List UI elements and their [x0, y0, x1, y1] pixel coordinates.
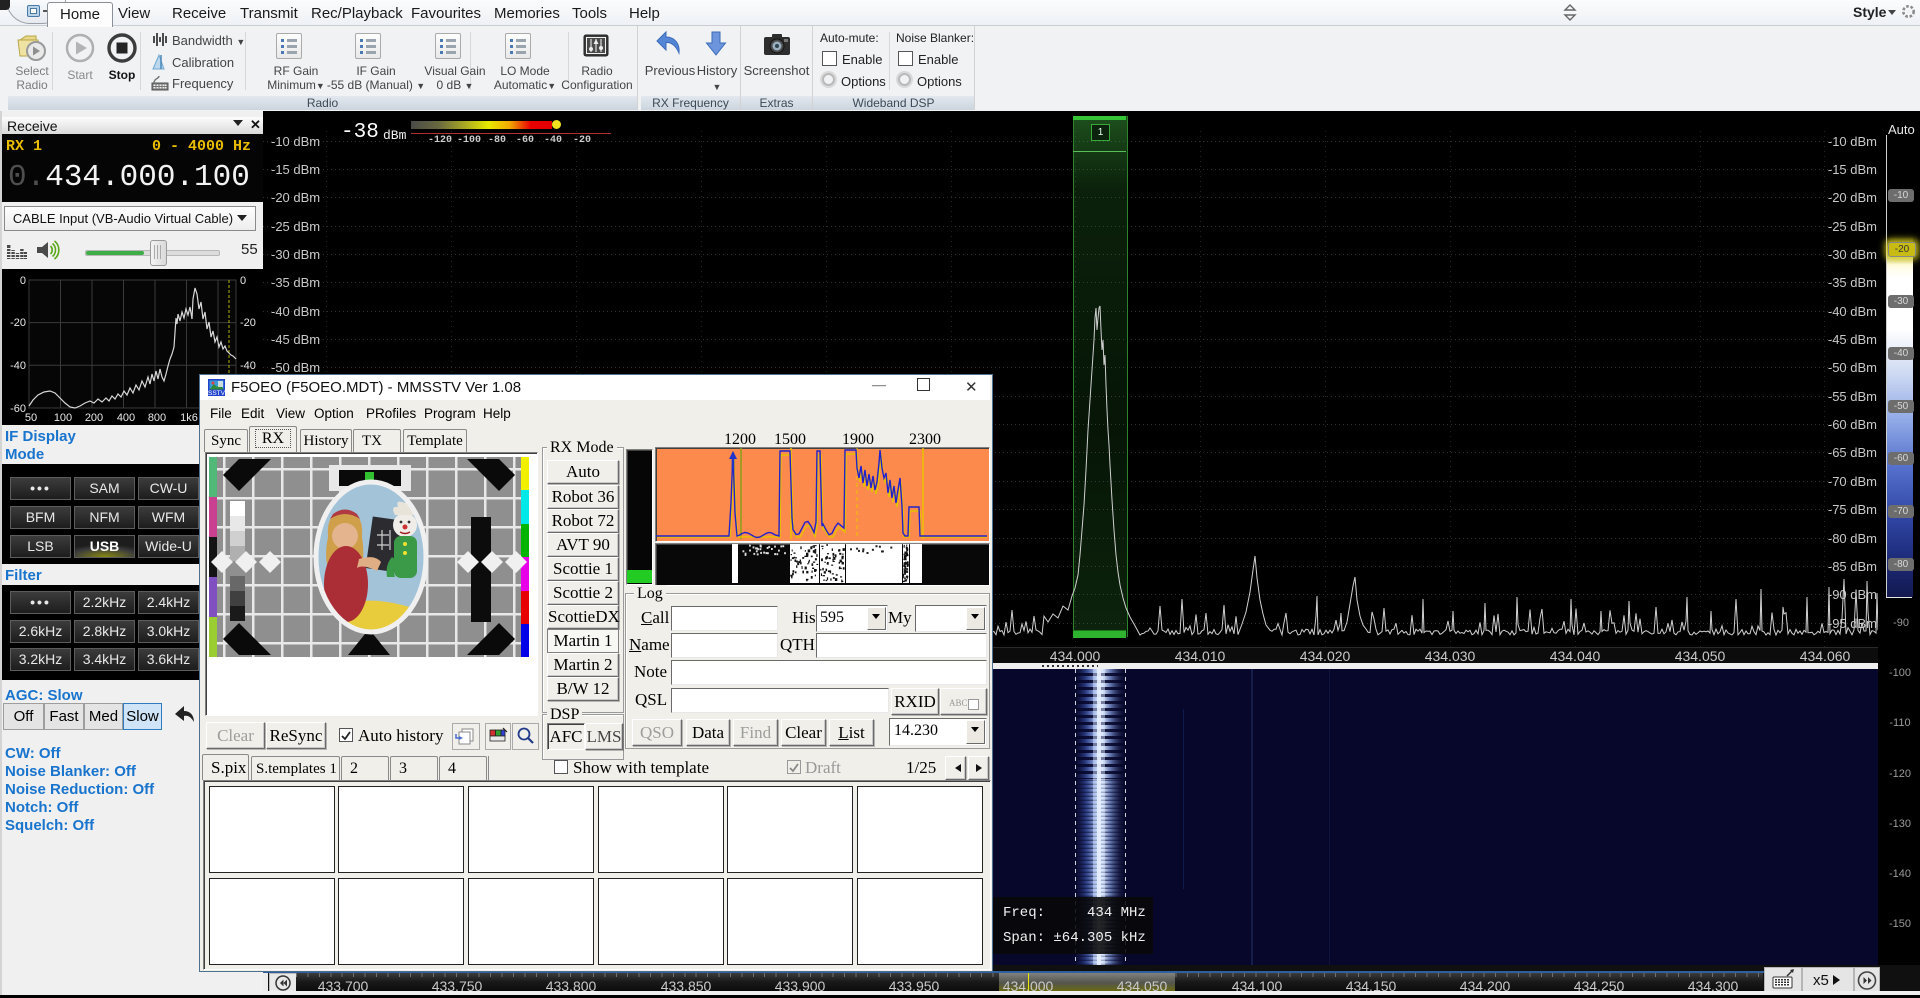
svg-text:1k6: 1k6: [180, 412, 198, 424]
svg-text:-40: -40: [10, 360, 26, 372]
svg-text:50: 50: [25, 412, 37, 424]
svg-text:-40: -40: [240, 360, 256, 372]
svg-text:0: 0: [20, 275, 26, 287]
svg-text:400: 400: [117, 412, 135, 424]
svg-text:200: 200: [85, 412, 103, 424]
svg-text:100: 100: [54, 412, 72, 424]
svg-text:SSTV: SSTV: [208, 390, 225, 396]
svg-text:-20: -20: [240, 317, 256, 329]
svg-text:0: 0: [240, 275, 246, 287]
svg-text:-60: -60: [10, 403, 26, 415]
svg-text:-20: -20: [10, 317, 26, 329]
svg-text:800: 800: [148, 412, 166, 424]
